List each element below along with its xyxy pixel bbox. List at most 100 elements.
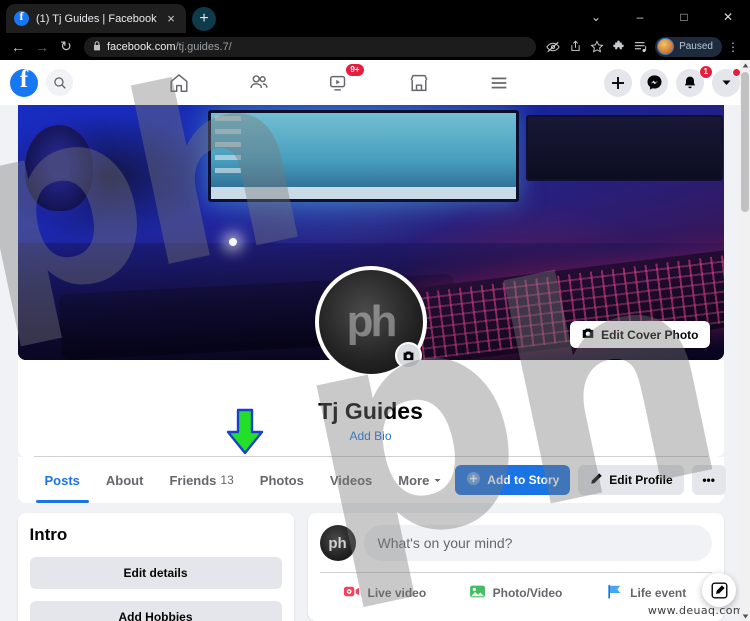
edit-profile-button[interactable]: Edit Profile bbox=[578, 465, 684, 495]
video-badge: 9+ bbox=[345, 62, 365, 77]
eye-slash-icon[interactable] bbox=[542, 36, 564, 58]
page-title: Tj Guides bbox=[318, 398, 423, 424]
edit-cover-photo-button[interactable]: Edit Cover Photo bbox=[570, 321, 710, 348]
maximize-button[interactable]: □ bbox=[662, 0, 706, 33]
camera-icon bbox=[581, 327, 595, 343]
page-scrollbar[interactable] bbox=[740, 60, 750, 621]
composer-top-row: ph What's on your mind? bbox=[319, 525, 712, 561]
nav-tab-friends[interactable] bbox=[242, 67, 276, 99]
nav-tab-menu[interactable] bbox=[482, 67, 516, 99]
forward-icon[interactable]: → bbox=[30, 35, 54, 59]
edit-details-button[interactable]: Edit details bbox=[29, 557, 282, 589]
add-to-story-label: Add to Story bbox=[487, 473, 560, 487]
close-tab-icon[interactable]: × bbox=[164, 11, 178, 26]
avatar-camera-button[interactable] bbox=[394, 342, 422, 369]
tab-posts-label: Posts bbox=[44, 472, 80, 488]
lock-icon bbox=[93, 40, 101, 53]
chevron-down-icon bbox=[433, 473, 442, 488]
live-video-icon bbox=[343, 584, 360, 602]
search-icon[interactable] bbox=[46, 69, 73, 96]
url-domain: facebook.com bbox=[107, 40, 176, 53]
tab-photos-label: Photos bbox=[259, 472, 304, 488]
tab-friends-label: Friends bbox=[169, 472, 217, 488]
composer-input[interactable]: What's on your mind? bbox=[363, 525, 712, 561]
create-button[interactable] bbox=[604, 68, 632, 97]
left-column: Intro Edit details Add Hobbies bbox=[17, 513, 294, 621]
add-to-story-button[interactable]: Add to Story bbox=[455, 465, 571, 495]
intro-title: Intro bbox=[29, 525, 68, 544]
browser-tab-strip: (1) Tj Guides | Facebook × + ⌄ – □ ✕ bbox=[0, 0, 750, 33]
profile-tabs-row: Posts About Friends 13 Photos Videos Mor… bbox=[17, 457, 726, 503]
watermark-site-url: www.deuaq.com bbox=[647, 604, 744, 617]
tab-videos[interactable]: Videos bbox=[317, 457, 385, 503]
url-path: /tj.guides.7/ bbox=[175, 40, 232, 53]
new-tab-button[interactable]: + bbox=[192, 7, 216, 31]
messenger-button[interactable] bbox=[640, 68, 668, 97]
intro-card: Intro Edit details Add Hobbies bbox=[17, 513, 294, 621]
tab-more[interactable]: More bbox=[385, 457, 455, 503]
browser-window: (1) Tj Guides | Facebook × + ⌄ – □ ✕ ← →… bbox=[0, 0, 750, 621]
browser-profile-label: Paused bbox=[679, 41, 713, 52]
reading-list-icon[interactable] bbox=[630, 36, 652, 58]
nav-tab-video[interactable]: 9+ bbox=[322, 62, 365, 99]
avatar[interactable]: ph bbox=[314, 266, 427, 378]
share-icon[interactable] bbox=[564, 36, 586, 58]
edit-profile-label: Edit Profile bbox=[609, 473, 673, 487]
notifications-button[interactable]: 1 bbox=[676, 64, 713, 97]
address-bar[interactable]: facebook.com/tj.guides.7/ bbox=[84, 36, 537, 57]
facebook-navbar: 9+ 1 bbox=[0, 60, 750, 105]
add-hobbies-button[interactable]: Add Hobbies bbox=[29, 601, 282, 621]
profile-hero: ph Tj Guides Add Bio bbox=[17, 266, 724, 457]
browser-tab[interactable]: (1) Tj Guides | Facebook × bbox=[6, 4, 186, 33]
tab-about[interactable]: About bbox=[93, 457, 157, 503]
window-controls: ⌄ – □ ✕ bbox=[574, 0, 750, 33]
composer-avatar[interactable]: ph bbox=[319, 525, 356, 561]
back-icon[interactable]: ← bbox=[6, 35, 30, 59]
reload-icon[interactable]: ↻ bbox=[54, 35, 78, 59]
nav-tab-marketplace[interactable] bbox=[402, 67, 436, 99]
profile-body: Intro Edit details Add Hobbies ph What's… bbox=[17, 513, 724, 621]
navbar-center-tabs: 9+ bbox=[73, 62, 604, 99]
scroll-up-arrow-icon[interactable] bbox=[740, 60, 750, 70]
page-content: Edit Cover Photo ph Tj Guides Add Bio Po… bbox=[0, 105, 741, 621]
profile-more-button[interactable]: ••• bbox=[691, 465, 726, 495]
composer-divider bbox=[319, 572, 712, 573]
scrollbar-thumb[interactable] bbox=[741, 72, 749, 212]
close-window-button[interactable]: ✕ bbox=[706, 0, 750, 33]
edit-cover-photo-label: Edit Cover Photo bbox=[601, 327, 699, 342]
photo-video-button[interactable]: Photo/Video bbox=[450, 577, 581, 609]
tab-search-icon[interactable]: ⌄ bbox=[574, 0, 618, 33]
profile-action-buttons: Add to Story Edit Profile ••• bbox=[455, 465, 726, 495]
tab-posts[interactable]: Posts bbox=[32, 457, 93, 503]
photo-video-label: Photo/Video bbox=[492, 586, 563, 600]
navbar-right-actions: 1 bbox=[604, 64, 741, 97]
minimize-button[interactable]: – bbox=[618, 0, 662, 33]
tab-friends-count: 13 bbox=[220, 473, 234, 487]
tab-friends[interactable]: Friends 13 bbox=[156, 457, 246, 503]
address-bar-text: facebook.com/tj.guides.7/ bbox=[107, 41, 232, 53]
life-event-icon bbox=[606, 584, 623, 602]
live-video-label: Live video bbox=[367, 586, 427, 600]
scroll-down-arrow-icon[interactable] bbox=[740, 611, 750, 621]
pencil-icon bbox=[589, 472, 603, 489]
account-menu-button[interactable] bbox=[712, 67, 741, 97]
life-event-label: Life event bbox=[630, 586, 687, 600]
facebook-logo-icon[interactable] bbox=[10, 66, 38, 97]
facebook-favicon bbox=[14, 9, 29, 26]
live-video-button[interactable]: Live video bbox=[320, 577, 451, 609]
add-bio-link[interactable]: Add Bio bbox=[349, 429, 391, 443]
browser-tab-title: (1) Tj Guides | Facebook bbox=[36, 12, 157, 25]
nav-tab-home[interactable] bbox=[162, 67, 196, 99]
browser-toolbar: ← → ↻ facebook.com/tj.guides.7/ Paused ⋮ bbox=[0, 33, 750, 60]
tab-more-label: More bbox=[398, 472, 430, 488]
browser-menu-icon[interactable]: ⋮ bbox=[722, 36, 744, 58]
floating-compose-button[interactable] bbox=[702, 573, 736, 607]
notifications-badge: 1 bbox=[698, 64, 713, 79]
photo-video-icon bbox=[469, 584, 486, 602]
star-icon[interactable] bbox=[586, 36, 608, 58]
browser-profile-chip[interactable]: Paused bbox=[655, 36, 722, 57]
extensions-icon[interactable] bbox=[608, 36, 630, 58]
tab-about-label: About bbox=[105, 472, 144, 488]
tab-photos[interactable]: Photos bbox=[247, 457, 317, 503]
browser-profile-avatar bbox=[657, 38, 675, 55]
